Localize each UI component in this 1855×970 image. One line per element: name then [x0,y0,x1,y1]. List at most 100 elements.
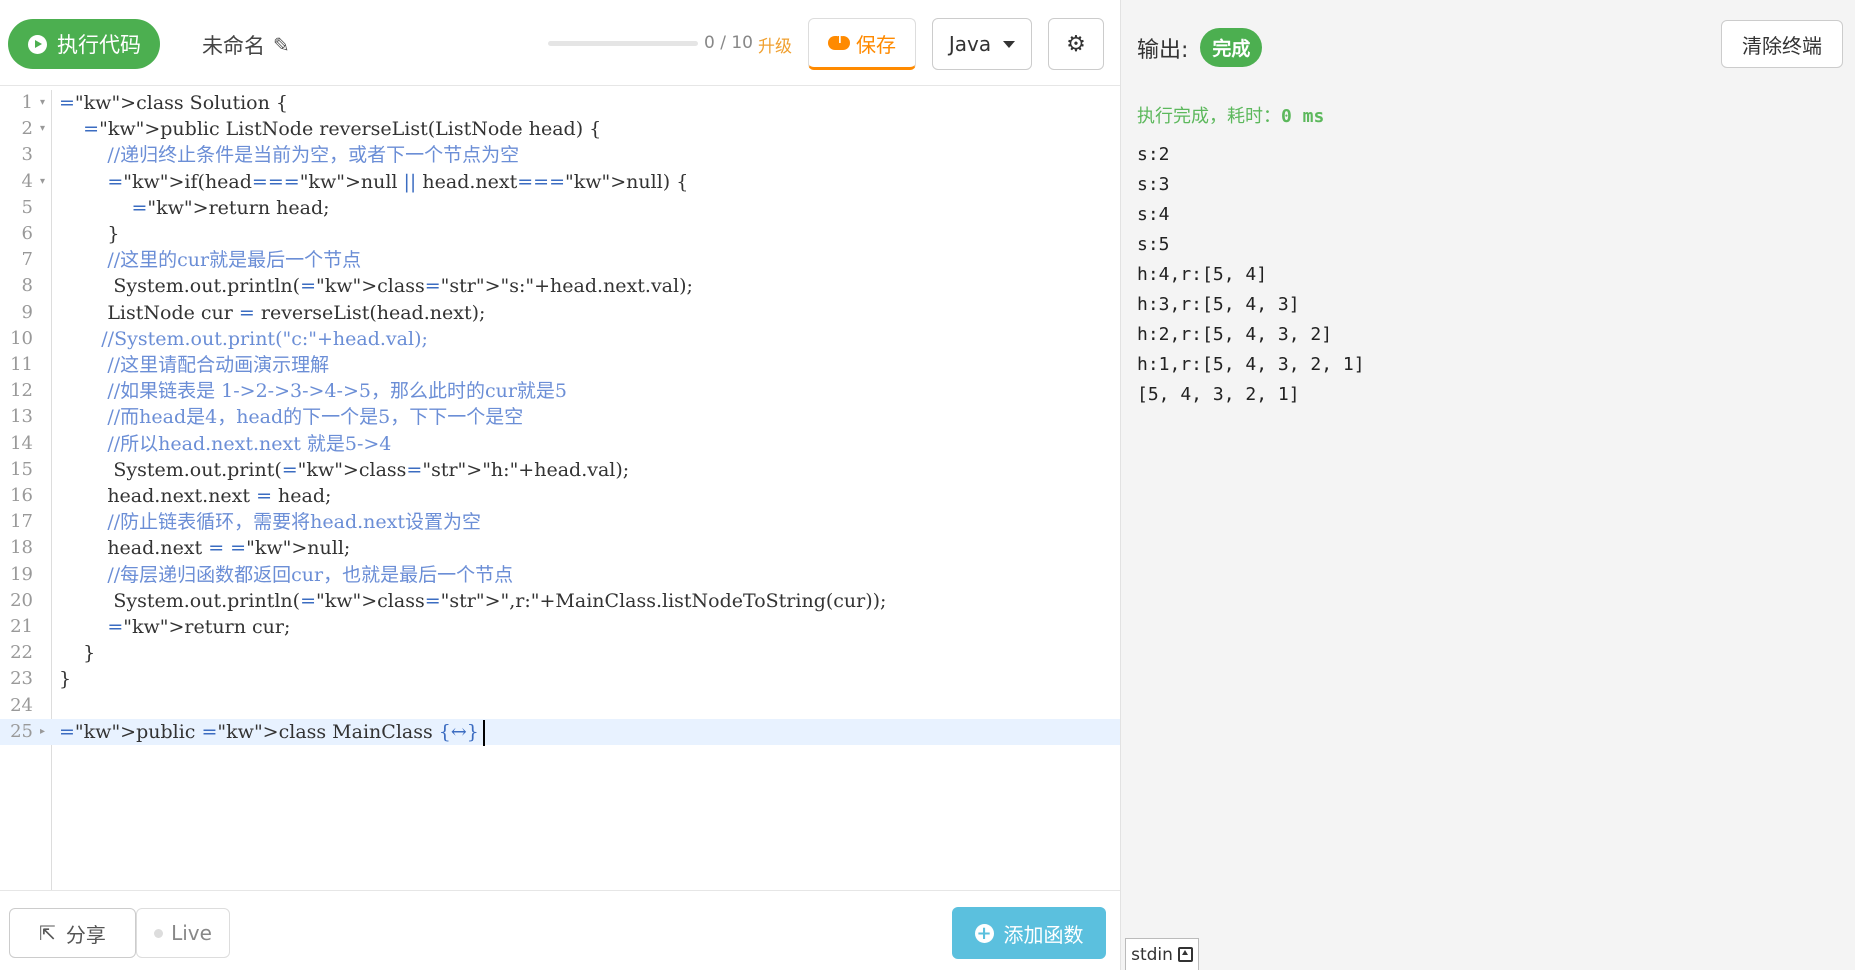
code-text: //如果链表是 1->2->3->4->5，那么此时的cur就是5 [107,380,568,403]
line-number: 8 [21,275,33,297]
line-number: 5 [21,196,33,218]
line-number: 7 [21,249,33,271]
run-code-button[interactable]: 执行代码 [8,19,160,69]
live-button[interactable]: Live [136,908,230,958]
fold-toggle-icon[interactable]: ▾ [40,90,45,116]
settings-button[interactable]: ⚙ [1048,18,1104,70]
code-line[interactable]: 12 //如果链表是 1->2->3->4->5，那么此时的cur就是5 [0,378,1120,404]
code-line[interactable]: 15 System.out.print(="kw">class="str">"h… [0,457,1120,483]
code-line[interactable]: 18 head.next = ="kw">null; [0,535,1120,561]
code-text: //防止链表循环，需要将head.next设置为空 [107,511,481,534]
code-line[interactable]: 10 //System.out.print("c:"+head.val); [0,326,1120,352]
code-line[interactable]: 1 ▾ ="kw">class Solution { [0,90,1120,116]
share-icon: ⇱ [39,921,56,945]
code-line[interactable]: 25 ▸ ="kw">public ="kw">class MainClass {↔… [0,718,1120,746]
code-line[interactable]: 16 head.next.next = head; [0,483,1120,509]
output-line: s:5 [1137,234,1170,255]
code-line[interactable]: 4 ▾ ="kw">if(head==="kw">null || head.nex… [0,169,1120,195]
stdin-tab[interactable]: stdin [1125,938,1199,970]
output-header: 输出: 完成 [1137,28,1263,67]
language-select[interactable]: Java [932,18,1032,70]
run-code-label: 执行代码 [57,33,141,57]
save-button[interactable]: 保存 [808,18,916,70]
code-text: } [59,668,72,691]
code-text: ="kw">public ListNode reverseList(ListNo… [83,118,602,141]
file-title[interactable]: 未命名 ✎ [202,30,290,60]
code-text: //所以head.next.next 就是5->4 [107,432,392,455]
line-number: 25 [10,720,33,742]
code-text: ="kw">return cur; [107,616,291,638]
code-line[interactable]: 14 //所以head.next.next 就是5->4 [0,431,1120,457]
add-function-button[interactable]: + 添加函数 [952,907,1106,959]
output-log: s:2 s:3 s:4 s:5 h:4,r:[5, 4] h:3,r:[5, 4, 3] h… [1137,140,1365,410]
file-title-text: 未命名 [202,34,265,58]
fold-toggle-icon[interactable]: ▾ [40,169,45,195]
stdin-toggle-icon [1177,947,1193,962]
line-number: 11 [10,354,33,375]
line-number: 2 [21,118,33,140]
code-line[interactable]: 3 //递归终止条件是当前为空，或者下一个节点为空 [0,142,1120,168]
code-line[interactable]: 8 System.out.println(="kw">class="str">"… [0,273,1120,299]
add-function-label: 添加函数 [1003,922,1084,947]
output-pane: 输出: 完成 清除终端 执行完成，耗时：0 ms s:2 s:3 s:4 s:5 h:4… [1120,0,1855,970]
line-number: 1 [21,92,33,113]
line-number: 14 [10,432,33,454]
save-label: 保存 [856,32,896,57]
line-number: 24 [10,694,33,716]
plus-circle-icon: + [974,922,994,944]
execution-status: 执行完成，耗时：0 ms [1137,102,1324,128]
output-line: h:3,r:[5, 4, 3] [1137,294,1300,315]
code-line[interactable]: 2 ▾ ="kw">public ListNode reverseList(Lis… [0,116,1120,142]
gear-icon: ⚙ [1066,31,1086,57]
output-line: h:1,r:[5, 4, 3, 2, 1] [1137,354,1365,375]
code-line[interactable]: 17 //防止链表循环，需要将head.next设置为空 [0,509,1120,535]
code-line[interactable]: 19 //每层递归函数都返回cur，也就是最后一个节点 [0,562,1120,588]
code-line[interactable]: 5 ="kw">return head; [0,195,1120,221]
share-button[interactable]: ⇱ 分享 [9,908,136,958]
code-text: //每层递归函数都返回cur，也就是最后一个节点 [107,563,514,586]
code-text: //System.out.print("c:"+head.val); [101,327,428,350]
code-line[interactable]: 13 //而head是4，head的下一个是5，下下一个是空 [0,404,1120,430]
code-text: System.out.println(="kw">class="str">"s:… [59,275,693,298]
code-text: ="kw">if(head==="kw">null || head.next==… [107,170,689,193]
live-label: Live [171,921,212,945]
code-line[interactable]: 20 System.out.println(="kw">class="str">… [0,588,1120,614]
code-text: ="kw">class Solution { [59,92,288,114]
toolbar: 执行代码 未命名 ✎ 0 / 10 升级 保存 Java ⚙ [0,0,1120,86]
code-line[interactable]: 22 } [0,640,1120,666]
output-line: h:4,r:[5, 4] [1137,264,1268,285]
code-line[interactable]: 6 } [0,221,1120,247]
clear-terminal-button[interactable]: 清除终端 [1721,20,1843,68]
execution-time: 0 ms [1281,106,1325,127]
live-dot-icon [154,928,164,938]
fold-toggle-icon[interactable]: ▸ [40,719,45,745]
quota-count: 0 / 10 [704,33,753,53]
code-line[interactable]: 21 ="kw">return cur; [0,614,1120,640]
pencil-icon[interactable]: ✎ [273,33,290,57]
fold-toggle-icon[interactable]: ▾ [40,116,45,142]
upgrade-link[interactable]: 升级 [758,32,792,57]
cloud-upload-icon [828,31,850,50]
code-text: ListNode cur = reverseList(head.next); [59,301,486,324]
output-line: h:2,r:[5, 4, 3, 2] [1137,324,1333,345]
code-text: head.next = ="kw">null; [59,537,351,560]
play-icon [28,34,47,54]
code-line[interactable]: 7 //这里的cur就是最后一个节点 [0,247,1120,273]
code-line[interactable]: 24 [0,693,1120,719]
line-number: 3 [21,144,33,166]
line-number: 17 [10,511,33,533]
line-number: 22 [10,642,33,664]
code-text: ="kw">public ="kw">class MainClass {↔} [59,719,485,746]
line-number: 4 [21,170,33,192]
output-title: 输出: [1137,37,1189,63]
code-text: System.out.print(="kw">class="str">"h:"+… [59,458,630,481]
code-line[interactable]: 9 ListNode cur = reverseList(head.next); [0,300,1120,326]
code-text: System.out.println(="kw">class="str">",r… [59,589,887,612]
code-line[interactable]: 23} [0,666,1120,692]
caret-down-icon [1003,40,1016,48]
code-editor[interactable]: 1 ▾ ="kw">class Solution { 2 ▾ ="kw">public … [0,90,1120,890]
share-label: 分享 [65,922,106,947]
code-line[interactable]: 11 //这里请配合动画演示理解 [0,352,1120,378]
code-text: head.next.next = head; [59,485,332,507]
quota-progress-bar [548,41,698,46]
